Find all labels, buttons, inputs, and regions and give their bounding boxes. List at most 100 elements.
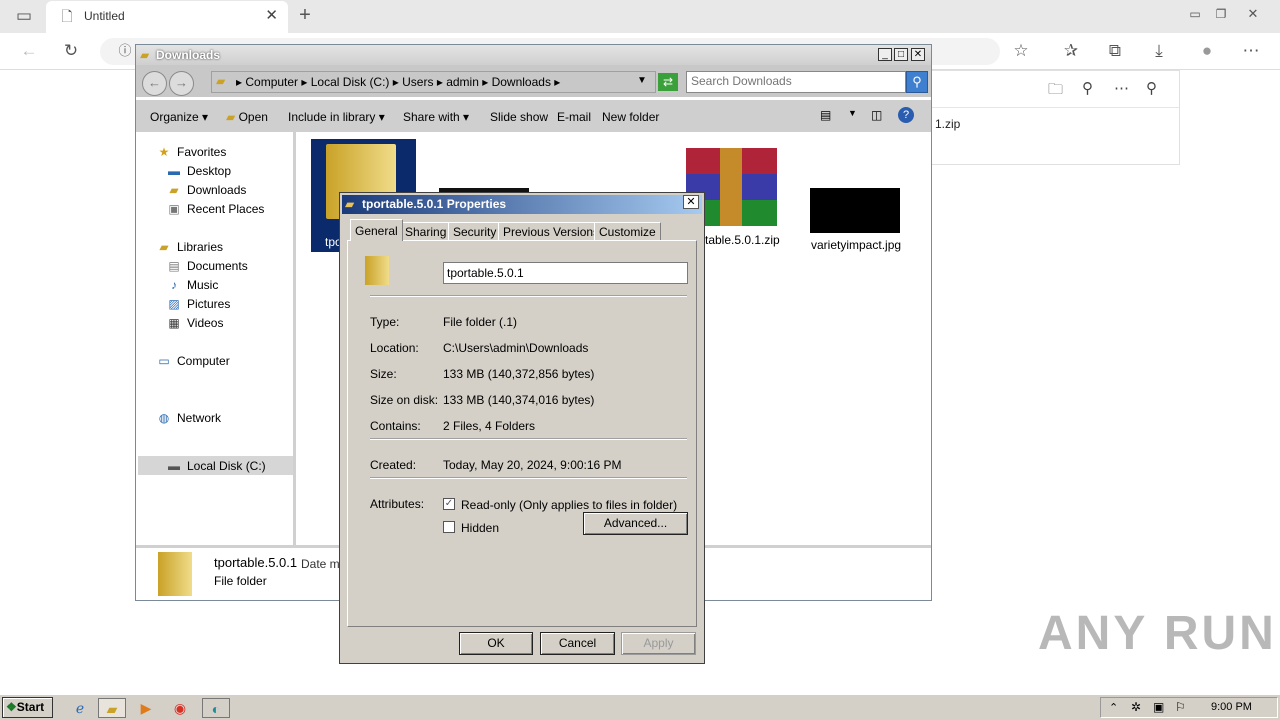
nav-computer-label: Computer bbox=[177, 354, 230, 368]
view-dropdown-icon[interactable]: ▼ bbox=[848, 108, 857, 118]
more-options-icon[interactable]: ⋯ bbox=[1114, 79, 1129, 97]
nav-network[interactable]: ◍ Network bbox=[156, 411, 221, 425]
new-folder-button[interactable]: New folder bbox=[602, 110, 659, 124]
breadcrumb-admin[interactable]: admin bbox=[446, 75, 479, 89]
open-button[interactable]: ▰ Open bbox=[226, 110, 268, 124]
close-tab-icon[interactable]: ✕ bbox=[265, 6, 278, 24]
nav-favorites-label: Favorites bbox=[177, 145, 227, 159]
tab-sharing[interactable]: Sharing bbox=[400, 222, 452, 240]
pin-icon[interactable]: ⚲ bbox=[1146, 79, 1157, 97]
downloads-icon[interactable]: ⤓ bbox=[1148, 41, 1170, 61]
breadcrumb-users[interactable]: Users bbox=[402, 75, 433, 89]
nav-computer[interactable]: ▭ Computer bbox=[156, 354, 230, 368]
maximize-button[interactable]: □ bbox=[894, 48, 908, 61]
info-icon[interactable]: ⓘ bbox=[114, 41, 136, 61]
restore-icon[interactable]: ❐ bbox=[1210, 4, 1232, 24]
minimize-button[interactable]: _ bbox=[878, 48, 892, 61]
browser-tab[interactable]: 🗋 Untitled ✕ bbox=[46, 1, 288, 33]
explorer-taskbar-icon[interactable]: ▰ bbox=[98, 698, 126, 718]
network-icon: ◍ bbox=[158, 411, 170, 425]
folder-name-input[interactable] bbox=[443, 262, 688, 284]
close-window-icon[interactable]: ✕ bbox=[1242, 4, 1264, 24]
tab-security[interactable]: Security bbox=[448, 222, 502, 240]
nav-local-disk-selected[interactable]: ▬ Local Disk (C:) bbox=[138, 456, 293, 475]
organize-button[interactable]: Organize ▾ bbox=[150, 110, 208, 124]
help-icon[interactable]: ? bbox=[898, 107, 914, 123]
network-tray-icon[interactable]: ▣ bbox=[1153, 700, 1164, 714]
ok-button[interactable]: OK bbox=[459, 632, 533, 655]
history-dropdown-icon[interactable]: ▼ bbox=[637, 75, 647, 86]
chrome-icon[interactable]: ◉ bbox=[168, 698, 192, 718]
apply-button[interactable]: Apply bbox=[621, 632, 696, 655]
taskbar: ❖Start ℯ ▰ ▶ ◉ ◐ ⌃ ✲ ▣ ⚐ 9:00 PM bbox=[0, 694, 1280, 720]
tray-app-icon[interactable]: ✲ bbox=[1131, 700, 1141, 714]
email-button[interactable]: E-mail bbox=[557, 110, 591, 124]
nav-documents[interactable]: ▤ Documents bbox=[166, 259, 247, 273]
close-button[interactable]: ✕ bbox=[911, 48, 925, 61]
folder-icon: ▰ bbox=[140, 48, 150, 62]
search-input[interactable] bbox=[687, 72, 887, 90]
tab-general[interactable]: General bbox=[350, 219, 403, 241]
breadcrumb: ▸ Computer ▸ Local Disk (C:) ▸ Users ▸ a… bbox=[236, 75, 561, 89]
search-icon[interactable]: ⚲ bbox=[1082, 79, 1093, 97]
explorer-address-bar[interactable]: ▰ ▸ Computer ▸ Local Disk (C:) ▸ Users ▸… bbox=[211, 71, 656, 93]
open-label: Open bbox=[238, 110, 268, 124]
breadcrumb-downloads[interactable]: Downloads bbox=[492, 75, 551, 89]
refresh-icon[interactable]: ↻ bbox=[60, 41, 82, 61]
page-icon: 🗋 bbox=[61, 8, 73, 24]
nav-local-disk[interactable]: ▬ Local Disk (C:) bbox=[166, 459, 266, 473]
nav-favorites[interactable]: ★ Favorites bbox=[156, 145, 227, 159]
refresh-icon[interactable]: ⇄ bbox=[658, 73, 678, 91]
explorer-titlebar[interactable]: ▰ Downloads _ □ ✕ bbox=[136, 45, 931, 65]
nav-music[interactable]: ♪ Music bbox=[166, 278, 218, 292]
properties-titlebar[interactable]: ▰ tportable.5.0.1 Properties bbox=[342, 195, 702, 214]
nav-downloads[interactable]: ▰ Downloads bbox=[166, 183, 246, 197]
breadcrumb-computer[interactable]: Computer bbox=[245, 75, 298, 89]
file-item-label: varietyimpact.jpg bbox=[811, 238, 902, 252]
back-icon[interactable]: ← bbox=[18, 41, 40, 61]
nav-pictures[interactable]: ▨ Pictures bbox=[166, 297, 230, 311]
clock[interactable]: 9:00 PM bbox=[1211, 701, 1252, 713]
readonly-checkbox[interactable]: ✓ bbox=[443, 498, 455, 510]
search-icon[interactable]: ⚲ bbox=[906, 71, 928, 93]
media-player-icon[interactable]: ▶ bbox=[134, 698, 158, 718]
advanced-button[interactable]: Advanced... bbox=[583, 512, 688, 535]
created-label: Created: bbox=[370, 458, 417, 472]
search-field[interactable] bbox=[686, 71, 906, 93]
view-options-icon[interactable]: ▤ bbox=[820, 108, 831, 122]
minimize-icon[interactable]: ▭ bbox=[1184, 4, 1206, 24]
start-button[interactable]: ❖Start bbox=[2, 697, 53, 718]
hidden-checkbox[interactable] bbox=[443, 521, 455, 533]
nav-desktop[interactable]: ▬ Desktop bbox=[166, 164, 231, 178]
forward-button[interactable]: → bbox=[169, 71, 194, 96]
preview-pane-icon[interactable]: ◫ bbox=[871, 108, 882, 122]
favorites-icon[interactable]: ✰ bbox=[1060, 41, 1082, 61]
nav-recent-places[interactable]: ▣ Recent Places bbox=[166, 202, 264, 216]
file-item-jpg[interactable]: varietyimpact.jpg bbox=[807, 188, 903, 258]
include-in-library-button[interactable]: Include in library ▾ bbox=[288, 110, 385, 124]
profile-avatar-icon[interactable]: ● bbox=[1196, 41, 1218, 61]
back-button[interactable]: ← bbox=[142, 71, 167, 96]
tray-expand-icon[interactable]: ⌃ bbox=[1109, 701, 1118, 714]
share-with-button[interactable]: Share with ▾ bbox=[403, 110, 469, 124]
tab-customize[interactable]: Customize bbox=[594, 222, 661, 240]
open-folder-icon[interactable]: 🗀 bbox=[1048, 79, 1063, 104]
add-favorite-icon[interactable]: ☆ bbox=[1010, 41, 1032, 61]
cancel-button[interactable]: Cancel bbox=[540, 632, 615, 655]
tab-previous-versions[interactable]: Previous Versions bbox=[498, 222, 605, 240]
nav-videos[interactable]: ▦ Videos bbox=[166, 316, 223, 330]
more-menu-icon[interactable]: ⋯ bbox=[1240, 41, 1262, 61]
nav-libraries[interactable]: ▰ Libraries bbox=[156, 240, 223, 254]
close-icon[interactable]: ✕ bbox=[683, 195, 699, 209]
tab-actions-icon[interactable]: ▭ bbox=[13, 6, 35, 26]
action-center-flag-icon[interactable]: ⚐ bbox=[1175, 700, 1186, 714]
collections-icon[interactable]: ⧉ bbox=[1104, 41, 1126, 61]
new-tab-icon[interactable]: + bbox=[294, 5, 316, 25]
breadcrumb-local-disk[interactable]: Local Disk (C:) bbox=[311, 75, 390, 89]
ie-icon[interactable]: ℯ bbox=[68, 698, 92, 718]
slide-show-button[interactable]: Slide show bbox=[490, 110, 548, 124]
download-item-name[interactable]: 1.zip bbox=[935, 117, 960, 131]
edge-icon[interactable]: ◐ bbox=[202, 698, 230, 718]
folder-icon: ▰ bbox=[345, 197, 355, 211]
command-bar: Organize ▾ ▰ Open Include in library ▾ S… bbox=[136, 100, 931, 132]
